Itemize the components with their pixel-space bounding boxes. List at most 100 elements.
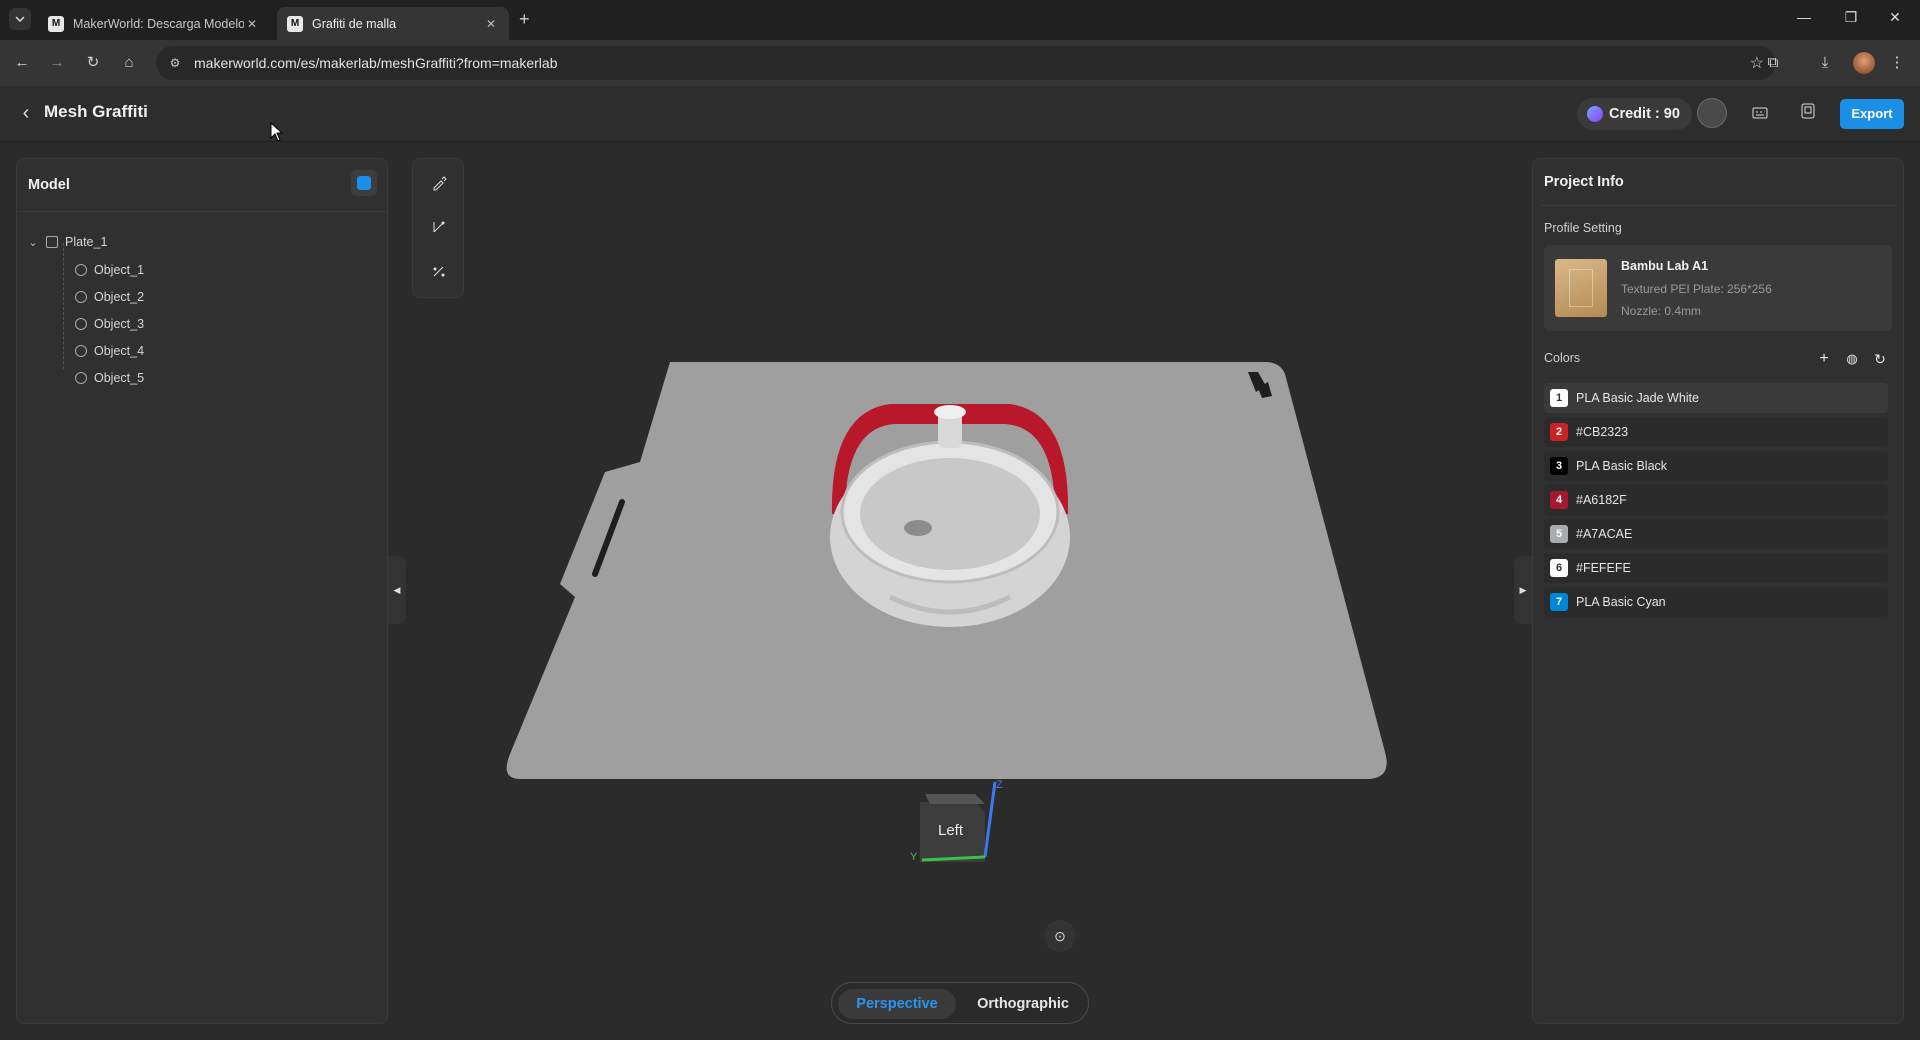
collapse-left-panel-icon[interactable]: ◀ [388, 556, 406, 624]
color-row[interactable]: 4 #A6182F [1544, 485, 1888, 515]
tab-title: Grafiti de malla [312, 16, 397, 31]
user-avatar[interactable] [1697, 98, 1727, 128]
object-label: Object_5 [94, 371, 145, 385]
color-swatch: 4 [1550, 491, 1568, 509]
add-color-icon[interactable]: + [1814, 349, 1834, 369]
plate-icon [46, 236, 58, 248]
add-model-icon[interactable] [351, 170, 377, 196]
credit-gem-icon [1587, 106, 1603, 122]
color-row[interactable]: 1 PLA Basic Jade White [1544, 383, 1888, 413]
printer-name: Bambu Lab A1 [1621, 259, 1709, 273]
tree-object[interactable]: Object_1 [75, 259, 144, 281]
refresh-colors-icon[interactable]: ↻ [1870, 349, 1890, 369]
color-name: #CB2323 [1576, 425, 1629, 439]
object-label: Object_4 [94, 344, 145, 358]
browser-profile-avatar[interactable] [1853, 52, 1875, 74]
color-name: #FEFEFE [1576, 561, 1631, 575]
minimize-icon[interactable]: — [1789, 9, 1819, 25]
printer-profile-card[interactable]: Bambu Lab A1 Textured PEI Plate: 256*256… [1544, 245, 1892, 331]
brush-tool-icon[interactable] [425, 173, 453, 201]
color-row[interactable]: 5 #A7ACAE [1544, 519, 1888, 549]
tree-plate[interactable]: ⌄ Plate_1 [27, 231, 107, 253]
plate-type: Textured PEI Plate: 256*256 [1621, 282, 1772, 296]
credit-label: Credit : 90 [1609, 106, 1680, 122]
browser-menu-icon[interactable]: ⋮ [1886, 52, 1908, 74]
page-title: Mesh Graffiti [44, 102, 148, 121]
url-text: makerworld.com/es/makerlab/meshGraffiti?… [194, 55, 558, 71]
tree-object[interactable]: Object_2 [75, 286, 144, 308]
mouse-cursor-icon [270, 122, 284, 142]
workspace: Model ⌄ Plate_1 Object_1 Object_2 Object… [0, 142, 1920, 1040]
browser-tab-makerworld[interactable]: M MakerWorld: Descarga Modelo ✕ [38, 7, 270, 40]
color-swatch: 7 [1550, 593, 1568, 611]
color-row[interactable]: 6 #FEFEFE [1544, 553, 1888, 583]
object-label: Object_2 [94, 290, 145, 304]
tab-close-icon[interactable]: ✕ [483, 17, 499, 31]
recenter-view-icon[interactable]: ⊙ [1044, 920, 1076, 952]
line-paint-tool-icon[interactable] [425, 217, 453, 245]
profile-setting-label: Profile Setting [1544, 221, 1622, 235]
object-label: Object_1 [94, 263, 145, 277]
makerworld-favicon-icon: M [48, 15, 64, 32]
export-button[interactable]: Export [1840, 99, 1904, 129]
color-swatch: 1 [1550, 389, 1568, 407]
keyboard-shortcuts-icon[interactable] [1746, 100, 1774, 128]
reload-icon[interactable]: ↻ [82, 52, 104, 74]
back-chevron-icon[interactable]: ‹ [14, 102, 38, 126]
color-name: #A6182F [1576, 493, 1627, 507]
forward-arrow-icon[interactable]: → [46, 52, 68, 74]
color-name: PLA Basic Black [1576, 459, 1668, 473]
nozzle-size: Nozzle: 0.4mm [1621, 304, 1702, 318]
object-label: Object_3 [94, 317, 145, 331]
object-icon [75, 372, 87, 384]
model-knob-top [934, 405, 966, 419]
color-swatch: 6 [1550, 559, 1568, 577]
home-icon[interactable]: ⌂ [118, 52, 140, 74]
plate-thumbnail [1555, 259, 1607, 317]
tab-search-chevron-icon[interactable] [9, 8, 31, 30]
extensions-puzzle-icon[interactable]: ⧉ [1762, 52, 1784, 74]
credit-badge[interactable]: Credit : 90 [1577, 98, 1692, 130]
tab-title: MakerWorld: Descarga Modelo [73, 16, 244, 31]
object-icon [75, 291, 87, 303]
back-arrow-icon[interactable]: ← [11, 52, 33, 74]
tree-guide [63, 243, 64, 369]
tree-object[interactable]: Object_5 [75, 367, 144, 389]
axis-y-label: Y [910, 851, 918, 862]
plate-label: Plate_1 [65, 235, 108, 249]
tablet-view-icon[interactable] [1794, 100, 1822, 128]
color-swatch: 5 [1550, 525, 1568, 543]
color-name: PLA Basic Cyan [1576, 595, 1666, 609]
color-name: #A7ACAE [1576, 527, 1633, 541]
color-row[interactable]: 3 PLA Basic Black [1544, 451, 1888, 481]
makerworld-favicon-icon: M [287, 15, 303, 32]
view-mode-toggle: Perspective Orthographic [831, 982, 1089, 1024]
color-match-icon[interactable]: ◍ [1842, 349, 1862, 369]
browser-tab-grafiti[interactable]: M Grafiti de malla ✕ [277, 7, 509, 40]
color-row[interactable]: 2 #CB2323 [1544, 417, 1888, 447]
fill-paint-tool-icon[interactable] [425, 261, 453, 289]
color-row[interactable]: 7 PLA Basic Cyan [1544, 587, 1888, 617]
model-body-inner [860, 458, 1040, 570]
tree-object[interactable]: Object_4 [75, 340, 144, 362]
address-bar[interactable]: ⚙ makerworld.com/es/makerlab/meshGraffit… [156, 46, 1776, 80]
3d-viewport[interactable]: Left Z Y [470, 342, 1430, 862]
color-swatch: 2 [1550, 423, 1568, 441]
object-icon [75, 345, 87, 357]
object-icon [75, 264, 87, 276]
window-close-icon[interactable]: ✕ [1880, 9, 1910, 26]
tab-close-icon[interactable]: ✕ [244, 17, 260, 31]
site-info-icon[interactable]: ⚙ [166, 54, 184, 72]
perspective-button[interactable]: Perspective [838, 989, 956, 1019]
chevron-down-icon[interactable]: ⌄ [27, 236, 39, 249]
project-info-title: Project Info [1544, 174, 1624, 190]
model-panel: Model ⌄ Plate_1 Object_1 Object_2 Object… [16, 158, 388, 1024]
paint-tool-strip [412, 158, 464, 298]
restore-icon[interactable]: ❐ [1836, 9, 1866, 26]
colors-label: Colors [1544, 351, 1581, 365]
download-icon[interactable]: ⤓ [1814, 52, 1836, 74]
orthographic-button[interactable]: Orthographic [962, 989, 1084, 1019]
tree-object[interactable]: Object_3 [75, 313, 144, 335]
new-tab-plus-icon[interactable]: + [519, 9, 530, 30]
collapse-right-panel-icon[interactable]: ▶ [1514, 556, 1532, 624]
